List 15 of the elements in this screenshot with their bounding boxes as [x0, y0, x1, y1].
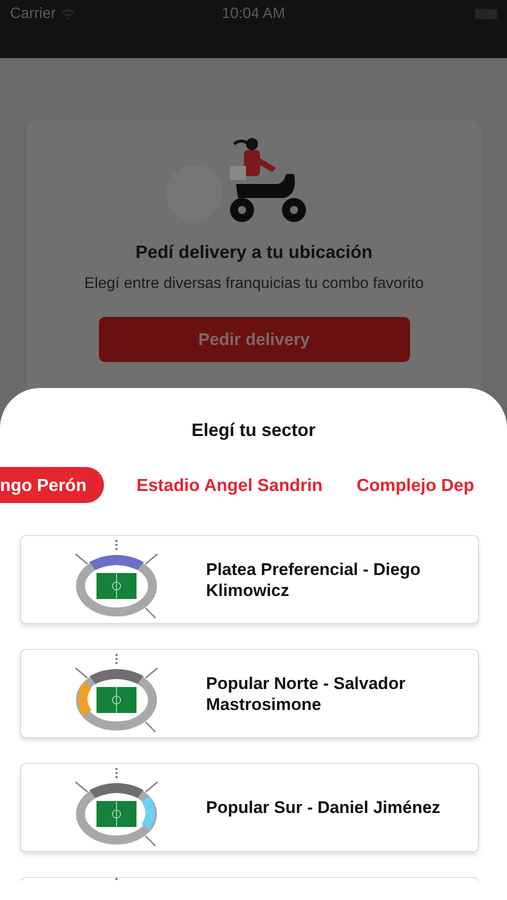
sector-card[interactable]: Platea Preferencial - Diego Klimowicz: [20, 535, 479, 624]
venue-tab[interactable]: Complejo Dep: [340, 467, 492, 503]
sector-name: Platea Preferencial - Diego Klimowicz: [206, 558, 422, 600]
promo-title: Pedí delivery a tu ubicación: [135, 242, 373, 263]
venue-tab[interactable]: ngo Perón: [0, 467, 104, 503]
sector-name: Popular Sur - Daniel Jiménez: [206, 797, 440, 818]
order-delivery-button[interactable]: Pedir delivery: [98, 317, 410, 362]
promo-subtitle: Elegí entre diversas franquicias tu combo favorito: [84, 275, 424, 293]
sector-name: Popular Norte - Salvador Mastrosimone: [206, 672, 406, 714]
carrier-label: Carrier: [10, 5, 56, 22]
venue-tab[interactable]: Estadio Angel Sandrin: [120, 467, 340, 503]
sector-card[interactable]: Popular Norte - Salvador Mastrosimone: [20, 649, 479, 738]
sheet-title: Elegí tu sector: [191, 420, 316, 441]
clock-time: 10:04 AM: [222, 5, 286, 22]
sector-card[interactable]: Popular Sur - Daniel Jiménez: [20, 763, 479, 852]
